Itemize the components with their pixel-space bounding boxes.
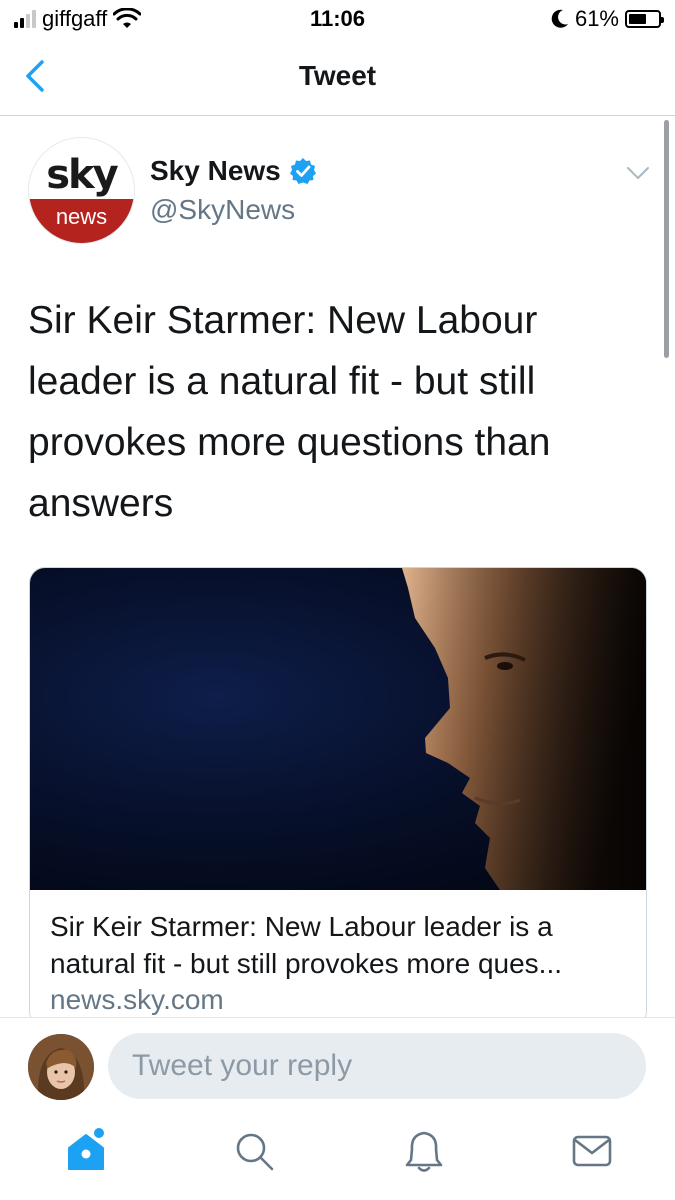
battery-percent: 61% — [574, 6, 619, 31]
battery-icon — [625, 10, 664, 28]
page-title: Tweet — [298, 60, 377, 91]
verified-badge-icon — [289, 158, 316, 184]
tweet-text: Sir Keir Starmer: New Labour leader is a… — [28, 299, 551, 525]
search-icon[interactable] — [232, 1129, 276, 1173]
battery-level — [629, 14, 647, 24]
card-domain[interactable]: news.sky.com — [50, 984, 628, 1016]
home-notification-dot — [94, 1128, 104, 1138]
user-avatar[interactable] — [28, 1034, 94, 1100]
link-card[interactable]: Sir Keir Starmer: New Labour leader is a… — [29, 567, 647, 1027]
news-logo-text: news — [55, 204, 108, 229]
sky-logo-text: sky — [46, 152, 118, 198]
author-name[interactable]: Sky News — [150, 155, 281, 187]
portrait-image — [402, 568, 646, 890]
moon-icon — [551, 9, 568, 28]
reply-input[interactable] — [108, 1033, 646, 1099]
card-text[interactable]: Sir Keir Starmer: New Labour leader is a… — [30, 890, 646, 1026]
author-name-row[interactable]: Sky News — [150, 155, 317, 187]
author-avatar[interactable]: sky news — [28, 137, 135, 244]
nav-bar: Tweet — [0, 38, 675, 116]
author-handle[interactable]: @SkyNews — [150, 194, 295, 226]
status-right: 61% — [551, 6, 664, 32]
messages-icon[interactable] — [570, 1129, 614, 1173]
reply-bar — [0, 1017, 675, 1107]
chevron-down-icon[interactable] — [625, 160, 651, 186]
notifications-icon[interactable] — [402, 1129, 446, 1173]
scroll-indicator[interactable] — [664, 120, 669, 358]
tab-bar — [0, 1107, 675, 1200]
status-bar: giffgaff 11:06 61% — [0, 0, 675, 38]
card-image[interactable] — [30, 568, 646, 890]
card-title[interactable]: Sir Keir Starmer: New Labour leader is a… — [50, 908, 628, 982]
